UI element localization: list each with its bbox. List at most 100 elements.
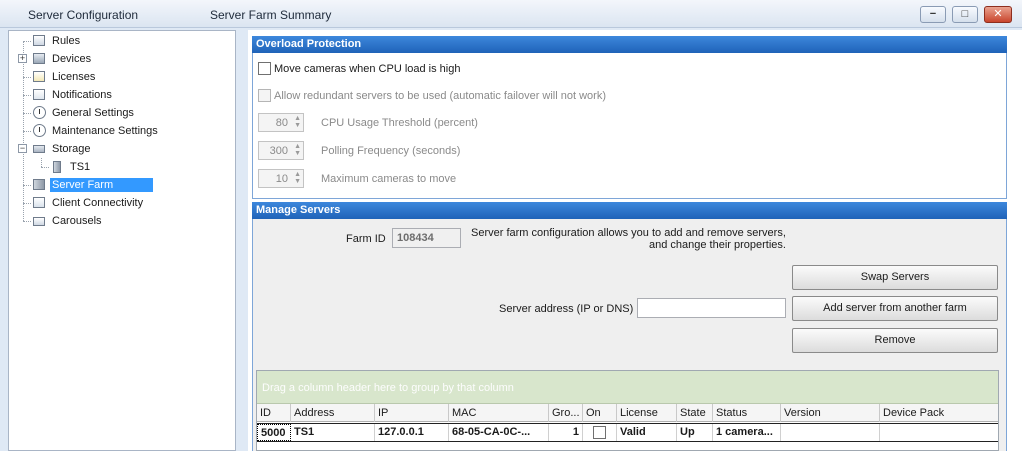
cell-status[interactable]: 1 camera... (713, 424, 781, 441)
server-icon (49, 160, 65, 174)
cell-version[interactable] (781, 424, 880, 441)
cpu-threshold-label: CPU Usage Threshold (percent) (321, 117, 478, 129)
cell-group[interactable]: 1 (549, 424, 583, 441)
column-header-group[interactable]: Gro... (549, 404, 583, 422)
maximize-icon: □ (961, 8, 969, 20)
storage-icon (31, 142, 47, 156)
farm-id-field[interactable]: 108434 (392, 228, 461, 248)
max-cameras-label: Maximum cameras to move (321, 173, 457, 185)
app-title: Server Configuration (28, 8, 139, 22)
column-header-address[interactable]: Address (291, 404, 375, 422)
column-header-ip[interactable]: IP (375, 404, 449, 422)
tree-connector (23, 41, 31, 42)
column-header-state[interactable]: State (677, 404, 713, 422)
tree-item-label: Client Connectivity (52, 197, 144, 209)
title-bar: Server Configuration Server Farm Summary… (0, 0, 1022, 28)
tree-connector (23, 113, 31, 114)
cpu-threshold-value: 80 (275, 117, 288, 129)
expand-devices-icon[interactable]: + (18, 54, 27, 63)
tree-item-client-connectivity[interactable]: Client Connectivity (31, 195, 145, 211)
server-farm-icon (31, 178, 47, 192)
move-cameras-checkbox[interactable] (258, 62, 271, 75)
tree-item-licenses[interactable]: Licenses (31, 69, 97, 85)
column-header-id[interactable]: ID (257, 404, 291, 422)
cpu-threshold-spinner[interactable]: 80 ▲ ▼ (258, 113, 304, 132)
minimize-icon: − (929, 8, 937, 20)
tree-item-general-settings[interactable]: General Settings (31, 105, 136, 121)
column-header-device-pack[interactable]: Device Pack (880, 404, 998, 422)
cell-license[interactable]: Valid (617, 424, 677, 441)
cell-mac[interactable]: 68-05-CA-0C-... (449, 424, 549, 441)
cell-address[interactable]: TS1 (291, 424, 375, 441)
cell-state[interactable]: Up (677, 424, 713, 441)
column-header-license[interactable]: License (617, 404, 677, 422)
tree-connector (23, 95, 31, 96)
tree-connector (23, 77, 31, 78)
table-row[interactable]: 5000 TS1 127.0.0.1 68-05-CA-0C-... 1 Val… (257, 423, 998, 442)
maximize-button[interactable]: □ (952, 6, 978, 23)
column-header-mac[interactable]: MAC (449, 404, 549, 422)
spinner-arrows-icon[interactable]: ▲ ▼ (294, 115, 301, 129)
tree-connector (41, 158, 42, 167)
allow-redundant-checkbox[interactable] (258, 89, 271, 102)
tree-connector (23, 221, 31, 222)
tree-item-label: Rules (52, 35, 81, 47)
page-title: Server Farm Summary (210, 8, 332, 22)
licenses-icon (31, 70, 47, 84)
spinner-arrows-icon[interactable]: ▲ ▼ (294, 171, 301, 185)
minimize-button[interactable]: − (920, 6, 946, 23)
navigation-tree: Rules + Devices Licenses Notifications G… (8, 30, 236, 451)
polling-frequency-spinner[interactable]: 300 ▲ ▼ (258, 141, 304, 160)
group-by-hint: Drag a column header here to group by th… (262, 382, 514, 394)
tree-connector (23, 203, 31, 204)
tree-connector (41, 167, 49, 168)
remove-button[interactable]: Remove (792, 328, 998, 353)
tree-item-label: Server Farm (50, 178, 154, 192)
polling-frequency-value: 300 (269, 145, 288, 157)
tree-item-server-farm[interactable]: Server Farm (31, 177, 154, 193)
clock-icon (31, 124, 47, 138)
farm-id-label: Farm ID (346, 233, 386, 245)
tree-item-carousels[interactable]: Carousels (31, 213, 104, 229)
cell-ip[interactable]: 127.0.0.1 (375, 424, 449, 441)
cell-device-pack[interactable] (880, 424, 998, 441)
allow-redundant-label: Allow redundant servers to be used (auto… (274, 90, 606, 102)
tree-item-ts1[interactable]: TS1 (49, 159, 92, 175)
add-server-button[interactable]: Add server from another farm (792, 296, 998, 321)
collapse-storage-icon[interactable]: − (18, 144, 27, 153)
on-checkbox[interactable] (593, 426, 606, 439)
move-cameras-label: Move cameras when CPU load is high (274, 63, 461, 75)
tree-item-maintenance-settings[interactable]: Maintenance Settings (31, 123, 160, 139)
manage-servers-header: Manage Servers (252, 202, 1007, 219)
close-button[interactable]: ✕ (984, 6, 1012, 23)
cell-id[interactable]: 5000 (257, 424, 291, 441)
tree-item-devices[interactable]: Devices (31, 51, 93, 67)
devices-icon (31, 52, 47, 66)
max-cameras-spinner[interactable]: 10 ▲ ▼ (258, 169, 304, 188)
server-address-label: Server address (IP or DNS) (499, 303, 634, 315)
spinner-arrows-icon[interactable]: ▲ ▼ (294, 143, 301, 157)
notifications-icon (31, 88, 47, 102)
tree-item-notifications[interactable]: Notifications (31, 87, 114, 103)
group-by-panel[interactable]: Drag a column header here to group by th… (257, 371, 998, 404)
tree-item-label: Notifications (52, 89, 112, 101)
cell-on[interactable] (583, 424, 617, 441)
farm-info-line-1: Server farm configuration allows you to … (471, 227, 786, 239)
tree-item-label: Maintenance Settings (52, 125, 158, 137)
tree-item-storage[interactable]: Storage (31, 141, 93, 157)
tree-item-rules[interactable]: Rules (31, 33, 82, 49)
tree-item-label: Carousels (52, 215, 102, 227)
column-header-version[interactable]: Version (781, 404, 880, 422)
servers-grid: Drag a column header here to group by th… (256, 370, 999, 451)
tree-connector (23, 131, 31, 132)
close-icon: ✕ (993, 8, 1003, 20)
grid-header: ID Address IP MAC Gro... On License Stat… (257, 404, 998, 422)
column-header-status[interactable]: Status (713, 404, 781, 422)
tree-item-label: Licenses (52, 71, 96, 83)
connectivity-icon (31, 196, 47, 210)
tree-connector (23, 185, 31, 186)
swap-servers-button[interactable]: Swap Servers (792, 265, 998, 290)
clock-icon (31, 106, 47, 120)
server-address-input[interactable] (637, 298, 786, 318)
column-header-on[interactable]: On (583, 404, 617, 422)
